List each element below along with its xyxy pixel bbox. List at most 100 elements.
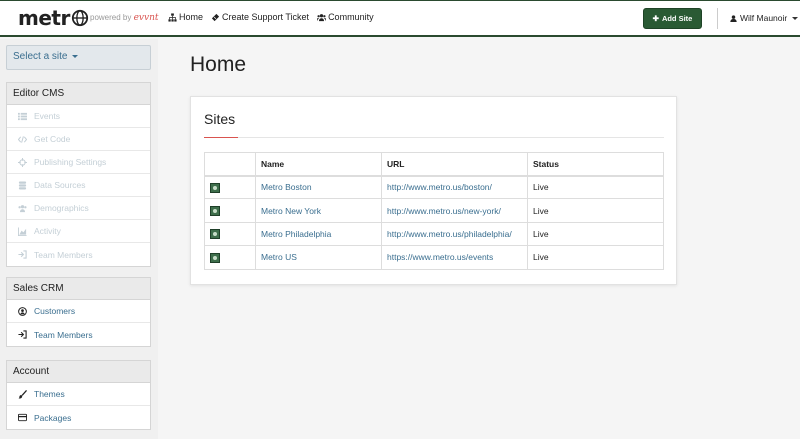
sidebar-item-get-code[interactable]: Get Code — [7, 128, 150, 151]
site-thumbnail-icon[interactable] — [210, 252, 220, 263]
site-name-link[interactable]: Metro Philadelphia — [255, 221, 382, 247]
logo-text: metr — [18, 6, 70, 30]
main-nav: Home Create Support Ticket Community — [168, 12, 374, 22]
sidebar-item-label: Demographics — [34, 203, 89, 213]
sidebar-item-label: Events — [34, 111, 60, 121]
brand-logo[interactable]: metr — [18, 6, 89, 30]
sites-card: Sites Name URL Status Metro Boston http:… — [190, 96, 677, 285]
sidebar-item-packages[interactable]: Packages — [7, 406, 150, 429]
nav-create-support-ticket[interactable]: Create Support Ticket — [211, 12, 309, 22]
sidebar-item-activity[interactable]: Activity — [7, 220, 150, 243]
column-header-url: URL — [381, 152, 528, 177]
sidebar-item-label: Get Code — [34, 134, 71, 144]
card-divider — [204, 137, 664, 138]
sidebar-item-label: Activity — [34, 226, 61, 236]
site-thumbnail-icon[interactable] — [210, 182, 220, 193]
code-icon — [18, 135, 27, 143]
evvnt-logo: evvnt — [133, 13, 159, 23]
site-thumbnail-cell — [204, 174, 256, 200]
top-border — [0, 0, 800, 1]
column-header — [204, 152, 256, 177]
sidebar-item-demographics[interactable]: Demographics — [7, 197, 150, 220]
site-status: Live — [527, 198, 664, 223]
area-chart-icon — [18, 226, 27, 236]
add-site-label: Add Site — [661, 14, 693, 23]
site-status: Live — [527, 245, 664, 270]
top-navbar: metr powered by evvnt Home Create Suppor… — [0, 0, 800, 37]
credit-card-icon — [18, 413, 27, 422]
site-thumbnail-icon[interactable] — [210, 229, 220, 240]
user-icon — [730, 14, 737, 22]
column-header-name: Name — [255, 152, 382, 177]
database-icon — [18, 180, 27, 189]
table-row: Metro Boston http://www.metro.us/boston/… — [204, 174, 664, 200]
sidebar-item-customers[interactable]: Customers — [7, 300, 150, 323]
list-icon — [18, 112, 27, 120]
crosshairs-icon — [18, 157, 27, 167]
sitemap-icon — [168, 12, 177, 22]
site-name-link[interactable]: Metro US — [255, 245, 382, 270]
sidebar-item-label: Customers — [34, 306, 76, 316]
site-thumbnail-cell — [204, 245, 256, 270]
sidebar-item-data-sources[interactable]: Data Sources — [7, 174, 150, 197]
sidebar-item-themes[interactable]: Themes — [7, 383, 150, 406]
panel-heading: Account — [7, 361, 150, 383]
site-name-link[interactable]: Metro Boston — [255, 174, 382, 200]
table-row: Metro US https://www.metro.us/events Liv… — [204, 245, 664, 270]
site-url-link[interactable]: http://www.metro.us/philadelphia/ — [381, 221, 528, 247]
nav-create-support-ticket-label: Create Support Ticket — [222, 12, 310, 22]
user-menu[interactable]: Wilf Maunoir — [730, 13, 799, 23]
ticket-icon — [211, 13, 220, 21]
users-icon — [317, 13, 327, 21]
select-site-dropdown[interactable]: Select a site — [6, 45, 151, 70]
globe-icon — [71, 9, 88, 27]
sidebar-item-label: Themes — [34, 389, 65, 399]
nav-community-label: Community — [328, 12, 374, 22]
site-thumbnail-icon[interactable] — [210, 205, 220, 216]
sidebar-item-label: Team Members — [34, 249, 93, 260]
site-status: Live — [527, 221, 664, 247]
powered-by: powered by evvnt — [90, 13, 159, 23]
table-row: Metro Philadelphia http://www.metro.us/p… — [204, 221, 664, 247]
user-name: Wilf Maunoir — [740, 13, 788, 23]
plus-icon: ✚ — [652, 14, 659, 23]
nav-community[interactable]: Community — [317, 12, 374, 22]
sidebar-item-events[interactable]: Events — [7, 105, 150, 128]
navbar-divider — [717, 8, 718, 29]
editor-cms-panel: Editor CMS Events Get Code Publishing Se… — [6, 82, 151, 267]
page-title: Home — [190, 53, 247, 76]
powered-by-text: powered by — [90, 13, 132, 22]
users-icon — [18, 204, 27, 212]
panel-heading: Editor CMS — [7, 83, 150, 105]
card-divider-accent — [204, 137, 238, 138]
sidebar: Select a site Editor CMS Events Get Code… — [0, 39, 158, 439]
column-header-status: Status — [527, 152, 664, 177]
site-url-link[interactable]: http://www.metro.us/new-york/ — [381, 198, 528, 223]
sidebar-item-label: Data Sources — [34, 180, 86, 190]
sales-crm-panel: Sales CRM Customers Team Members — [6, 277, 151, 347]
site-thumbnail-cell — [204, 221, 256, 247]
card-title: Sites — [204, 111, 236, 127]
add-site-button[interactable]: ✚ Add Site — [643, 8, 702, 29]
sidebar-item-label: Team Members — [34, 329, 93, 340]
sign-in-icon — [18, 250, 27, 259]
sidebar-item-team-members[interactable]: Team Members — [7, 323, 150, 346]
sign-in-icon — [18, 330, 27, 339]
paintbrush-icon — [18, 389, 27, 399]
sidebar-item-team-members[interactable]: Team Members — [7, 243, 150, 266]
chevron-down-icon — [72, 54, 79, 58]
sidebar-item-label: Publishing Settings — [34, 157, 107, 167]
site-url-link[interactable]: http://www.metro.us/boston/ — [381, 174, 528, 200]
select-site-label: Select a site — [13, 51, 68, 62]
site-status: Live — [527, 174, 664, 200]
site-url-link[interactable]: https://www.metro.us/events — [381, 245, 528, 270]
sidebar-item-publishing-settings[interactable]: Publishing Settings — [7, 151, 150, 174]
site-thumbnail-cell — [204, 198, 256, 223]
table-header-row: Name URL Status — [204, 152, 664, 177]
site-name-link[interactable]: Metro New York — [255, 198, 382, 223]
nav-home[interactable]: Home — [168, 12, 203, 22]
user-circle-icon — [18, 306, 27, 316]
account-panel: Account Themes Packages — [6, 360, 151, 430]
sites-table: Name URL Status Metro Boston http://www.… — [204, 152, 664, 270]
nav-home-label: Home — [179, 12, 204, 22]
